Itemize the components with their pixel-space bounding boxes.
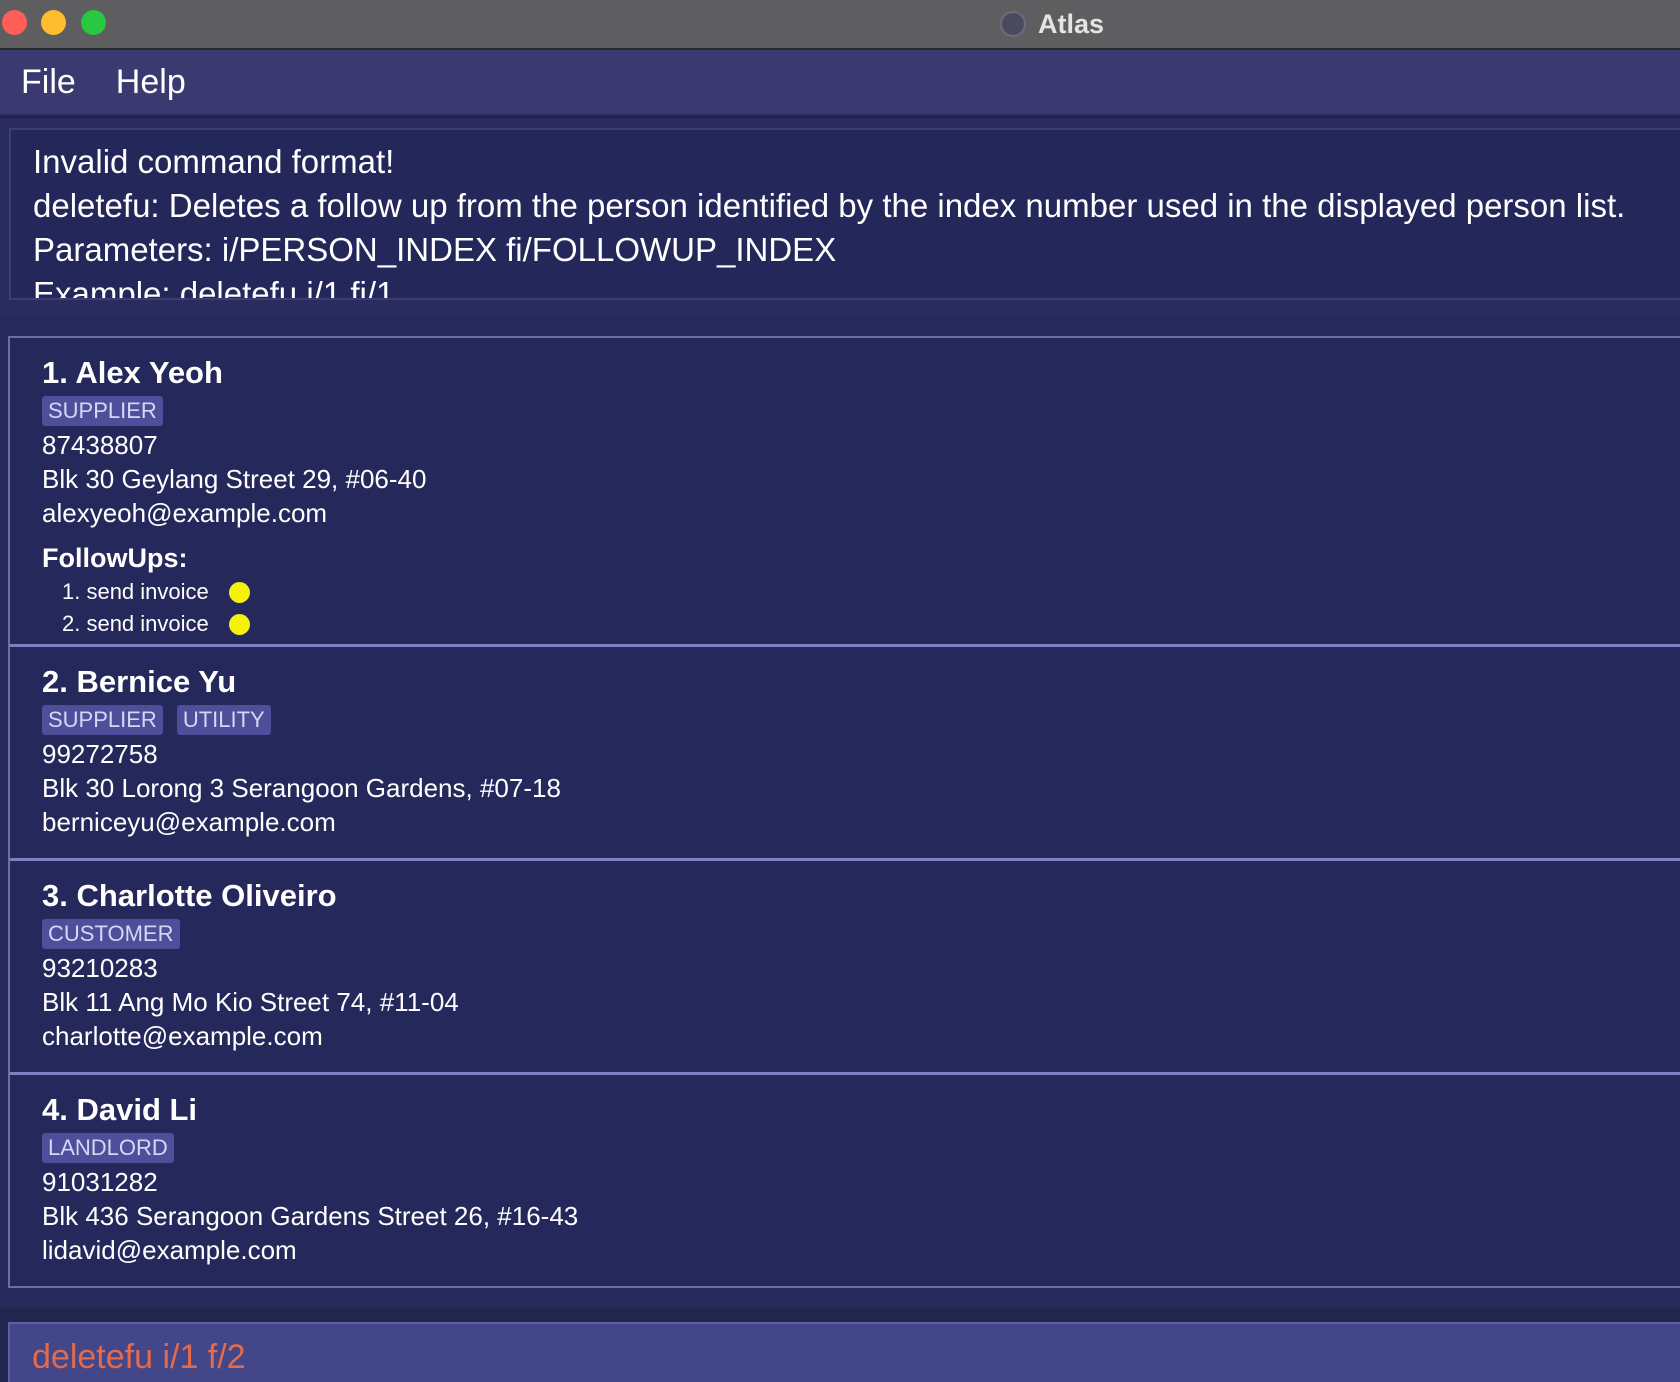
person-list[interactable]: 1. Alex Yeoh SUPPLIER 87438807 Blk 30 Ge… [8, 336, 1680, 1288]
person-email: berniceyu@example.com [42, 807, 336, 837]
result-line: Example: deletefu i/1 fi/1 [33, 275, 395, 300]
tag: SUPPLIER [42, 705, 163, 735]
followup-status-icon [228, 581, 250, 603]
tag: SUPPLIER [42, 396, 163, 426]
result-line: deletefu: Deletes a follow up from the p… [33, 187, 1626, 224]
person-card[interactable]: 1. Alex Yeoh SUPPLIER 87438807 Blk 30 Ge… [10, 338, 1680, 647]
person-address: Blk 30 Lorong 3 Serangoon Gardens, #07-1… [42, 773, 561, 803]
menu-file[interactable]: File [0, 63, 96, 102]
person-address: Blk 30 Geylang Street 29, #06-40 [42, 464, 427, 494]
followup-text: 1. send invoice [62, 579, 209, 604]
person-email: lidavid@example.com [42, 1235, 297, 1265]
person-name: 2. Bernice Yu [42, 664, 237, 699]
tag: CUSTOMER [42, 919, 180, 949]
window-title: Atlas [1038, 8, 1105, 39]
person-address: Blk 11 Ang Mo Kio Street 74, #11-04 [42, 987, 459, 1017]
menu-bar: File Help [0, 50, 1680, 116]
result-line: Invalid command format! [33, 143, 395, 180]
tag-list: CUSTOMER [42, 919, 1680, 949]
maximize-window-button[interactable] [81, 10, 106, 35]
person-email: charlotte@example.com [42, 1021, 323, 1051]
tag: LANDLORD [42, 1133, 174, 1163]
app-icon [1000, 11, 1026, 37]
followup-item: 1. send invoice [42, 576, 1680, 608]
title-bar: Atlas [0, 0, 1680, 50]
command-input[interactable] [32, 1332, 932, 1382]
tag-list: SUPPLIER [42, 396, 1680, 426]
window-title-group: Atlas [1000, 6, 1104, 42]
person-email: alexyeoh@example.com [42, 498, 328, 528]
person-card[interactable]: 4. David Li LANDLORD 91031282 Blk 436 Se… [10, 1075, 1680, 1286]
person-name: 3. Charlotte Oliveiro [42, 878, 337, 913]
minimize-window-button[interactable] [41, 10, 66, 35]
followups-header: FollowUps: [42, 543, 188, 573]
menu-help[interactable]: Help [96, 63, 206, 102]
person-address: Blk 436 Serangoon Gardens Street 26, #16… [42, 1201, 579, 1231]
person-phone: 93210283 [42, 953, 158, 983]
person-phone: 99272758 [42, 739, 158, 769]
person-name: 1. Alex Yeoh [42, 355, 223, 390]
followup-status-icon [228, 613, 250, 635]
person-phone: 87438807 [42, 430, 158, 460]
command-box[interactable] [8, 1322, 1680, 1382]
tag-list: LANDLORD [42, 1133, 1680, 1163]
person-card[interactable]: 3. Charlotte Oliveiro CUSTOMER 93210283 … [10, 861, 1680, 1075]
person-name: 4. David Li [42, 1092, 198, 1127]
followup-text: 2. send invoice [62, 611, 209, 636]
followup-item: 2. send invoice [42, 608, 1680, 640]
tag: UTILITY [176, 705, 271, 735]
result-line: Parameters: i/PERSON_INDEX fi/FOLLOWUP_I… [33, 231, 837, 268]
person-card[interactable]: 2. Bernice Yu SUPPLIER UTILITY 99272758 … [10, 647, 1680, 861]
person-phone: 91031282 [42, 1167, 158, 1197]
close-window-button[interactable] [2, 10, 27, 35]
result-display[interactable]: Invalid command format! deletefu: Delete… [9, 128, 1680, 300]
tag-list: SUPPLIER UTILITY [42, 705, 1680, 735]
